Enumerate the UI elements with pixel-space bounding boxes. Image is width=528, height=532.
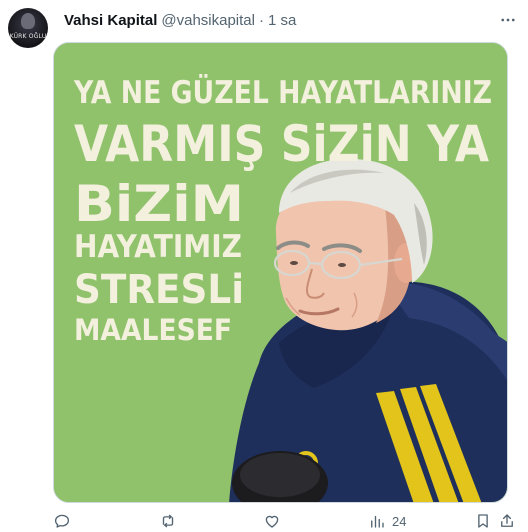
reply-button[interactable] [53,512,71,530]
views-count: 24 [392,513,407,529]
reply-icon [54,514,70,528]
meme-line-4: HAYATIMIZ [74,229,242,265]
bookmark-button[interactable] [474,512,492,530]
tweet-image[interactable]: YA NE GÜZEL HAYATLARINIZ VARMIŞ SiZiN YA… [53,42,508,503]
avatar-text: KÜRK OĞLU [9,33,47,40]
retweet-button[interactable] [159,512,177,530]
meme-line-1: YA NE GÜZEL HAYATLARINIZ [73,74,492,111]
views-button[interactable]: 24 [368,512,406,530]
more-button[interactable] [498,10,518,30]
separator-dot: · [258,11,264,29]
tweet: KÜRK OĞLU Vahsi Kapital @vahsikapital · … [0,0,528,532]
tweet-actions: 24 [53,510,513,532]
meme-line-6: MAALESEF [74,313,232,347]
tweet-header: Vahsi Kapital @vahsikapital · 1 sa [64,10,296,30]
bookmark-icon [478,514,488,528]
share-button[interactable] [498,512,516,530]
meme-line-3: BiZiM [74,175,244,233]
like-button[interactable] [263,512,281,530]
timestamp[interactable]: 1 sa [268,12,296,29]
avatar-figure [21,13,35,29]
retweet-icon [162,514,174,528]
meme-illustration: YA NE GÜZEL HAYATLARINIZ VARMIŞ SiZiN YA… [54,43,507,502]
avatar[interactable]: KÜRK OĞLU [8,8,48,48]
meme-line-5: STRESLi [74,267,244,313]
display-name[interactable]: Vahsi Kapital [64,12,157,29]
heart-icon [265,515,279,528]
user-handle[interactable]: @vahsikapital [161,12,255,29]
share-icon [501,514,513,527]
meme-line-2: VARMIŞ SiZiN YA [74,115,489,173]
views-chart-icon [371,515,384,528]
more-horizontal-icon [501,18,515,22]
